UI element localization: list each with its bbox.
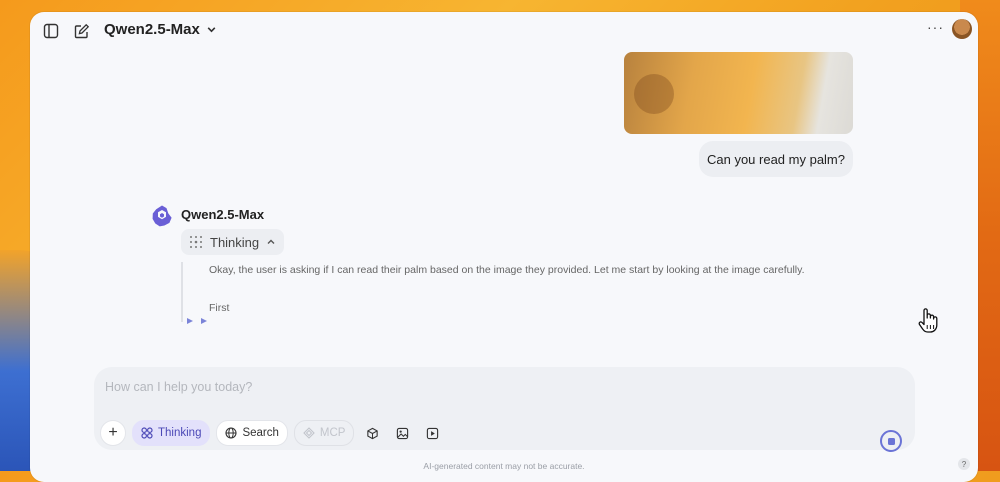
stop-generation-button[interactable] bbox=[880, 430, 902, 452]
stop-icon bbox=[887, 437, 895, 445]
message-input[interactable]: How can I help you today? bbox=[105, 380, 252, 394]
chevron-up-icon bbox=[267, 239, 275, 244]
search-mode-label: Search bbox=[242, 427, 279, 439]
uploaded-palm-image[interactable] bbox=[624, 52, 853, 134]
thinking-mode-icon bbox=[141, 427, 153, 439]
image-button[interactable] bbox=[390, 421, 414, 445]
streaming-indicator bbox=[187, 318, 207, 324]
user-message-text: Can you read my palm? bbox=[706, 151, 845, 167]
model-name-label: Qwen2.5-Max bbox=[104, 21, 200, 38]
qwen-logo-icon bbox=[152, 205, 172, 227]
image-icon bbox=[396, 427, 409, 439]
composer-toolbar: + Thinking Search MCP bbox=[100, 420, 444, 446]
model-selector[interactable]: Qwen2.5-Max bbox=[104, 21, 217, 38]
sidebar-toggle-icon[interactable] bbox=[42, 22, 60, 40]
cube-icon bbox=[367, 427, 378, 439]
thinking-content: Okay, the user is asking if I can read t… bbox=[181, 262, 805, 322]
thinking-label: Thinking bbox=[210, 234, 260, 250]
thinking-dots-icon bbox=[190, 236, 202, 248]
thinking-text-line: First bbox=[209, 302, 230, 314]
top-bar: Qwen2.5-Max ··· bbox=[30, 12, 978, 48]
thinking-mode-button[interactable]: Thinking bbox=[132, 420, 211, 446]
new-chat-icon[interactable] bbox=[73, 22, 91, 40]
user-message-bubble: Can you read my palm? bbox=[699, 141, 853, 177]
user-avatar[interactable] bbox=[952, 19, 972, 39]
globe-icon bbox=[225, 427, 238, 439]
help-button[interactable]: ? bbox=[958, 458, 970, 470]
disclaimer-text: AI-generated content may not be accurate… bbox=[423, 461, 585, 471]
mcp-icon bbox=[303, 427, 315, 439]
more-options-button[interactable]: ··· bbox=[927, 19, 944, 35]
thinking-text-line: Okay, the user is asking if I can read t… bbox=[209, 264, 805, 276]
mcp-label: MCP bbox=[319, 427, 346, 439]
thinking-mode-label: Thinking bbox=[158, 427, 202, 439]
app-window: Qwen2.5-Max ··· Can you read my palm? Qw… bbox=[30, 12, 978, 482]
3d-cube-button[interactable] bbox=[360, 421, 384, 445]
chevron-down-icon bbox=[207, 27, 216, 33]
hand-cursor-icon bbox=[918, 308, 938, 333]
search-mode-button[interactable]: Search bbox=[216, 420, 288, 446]
chat-composer[interactable]: How can I help you today? + Thinking Sea… bbox=[94, 367, 915, 452]
assistant-name: Qwen2.5-Max bbox=[181, 207, 265, 222]
mcp-button[interactable]: MCP bbox=[293, 420, 355, 446]
video-icon bbox=[426, 427, 439, 439]
thinking-toggle[interactable]: Thinking bbox=[181, 229, 285, 255]
video-button[interactable] bbox=[420, 421, 444, 445]
add-attachment-button[interactable]: + bbox=[100, 420, 126, 446]
